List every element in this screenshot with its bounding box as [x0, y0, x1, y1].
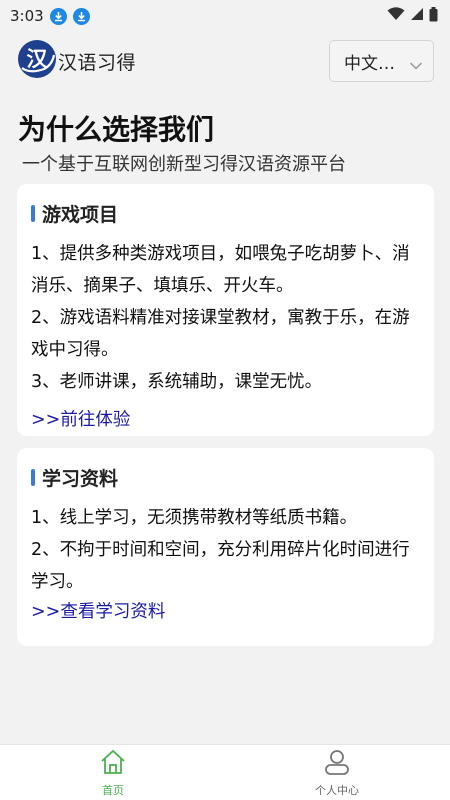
language-select[interactable]: 中文… — [329, 40, 434, 82]
chevron-down-icon — [409, 56, 423, 76]
feature-card-games: 游戏项目 1、提供多种类游戏项目，如喂兔子吃胡萝卜、消消乐、摘果子、填填乐、开火… — [17, 184, 434, 436]
try-games-link[interactable]: >>前往体验 — [31, 406, 420, 434]
card-paragraph: 2、游戏语料精准对接课堂教材，寓教于乐，在游戏中习得。 — [31, 308, 410, 360]
signal-icon — [410, 7, 424, 25]
card-paragraph: 1、线上学习，无须携带教材等纸质书籍。 — [31, 508, 358, 528]
page-title: 为什么选择我们 — [18, 113, 215, 146]
wifi-icon — [387, 7, 405, 25]
card-title: 游戏项目 — [42, 203, 119, 226]
status-bar: 3:03 — [0, 0, 450, 32]
app-header: 汉 汉语习得 中文… — [0, 32, 450, 90]
feature-card-materials: 学习资料 1、线上学习，无须携带教材等纸质书籍。 2、不拘于时间和空间，充分利用… — [17, 448, 434, 646]
download-notification-icon — [49, 7, 67, 25]
tab-profile[interactable]: 个人中心 — [297, 749, 377, 799]
page-subtitle: 一个基于互联网创新型习得汉语资源平台 — [22, 154, 346, 175]
home-icon — [99, 749, 127, 779]
tab-profile-label: 个人中心 — [315, 784, 359, 797]
download-notification-icon — [72, 7, 90, 25]
svg-text:汉: 汉 — [27, 47, 49, 71]
app-title: 汉语习得 — [58, 52, 137, 74]
status-time: 3:03 — [10, 7, 44, 25]
card-paragraph: 1、提供多种类游戏项目，如喂兔子吃胡萝卜、消消乐、摘果子、填填乐、开火车。 — [31, 244, 410, 296]
tab-home-label: 首页 — [102, 784, 124, 797]
bottom-tab-bar: 首页 个人中心 — [0, 744, 450, 800]
card-paragraph: 3、老师讲课，系统辅助，课堂无忧。 — [31, 372, 323, 392]
view-materials-link[interactable]: >>查看学习资料 — [31, 598, 420, 626]
tab-home[interactable]: 首页 — [73, 749, 153, 799]
card-title: 学习资料 — [42, 467, 119, 490]
user-icon — [323, 749, 351, 779]
accent-bar — [31, 468, 35, 486]
app-logo: 汉 — [16, 38, 58, 80]
card-paragraph: 2、不拘于时间和空间，充分利用碎片化时间进行学习。 — [31, 540, 410, 592]
battery-icon — [429, 6, 438, 26]
accent-bar — [31, 204, 35, 222]
language-select-value: 中文… — [344, 53, 395, 74]
